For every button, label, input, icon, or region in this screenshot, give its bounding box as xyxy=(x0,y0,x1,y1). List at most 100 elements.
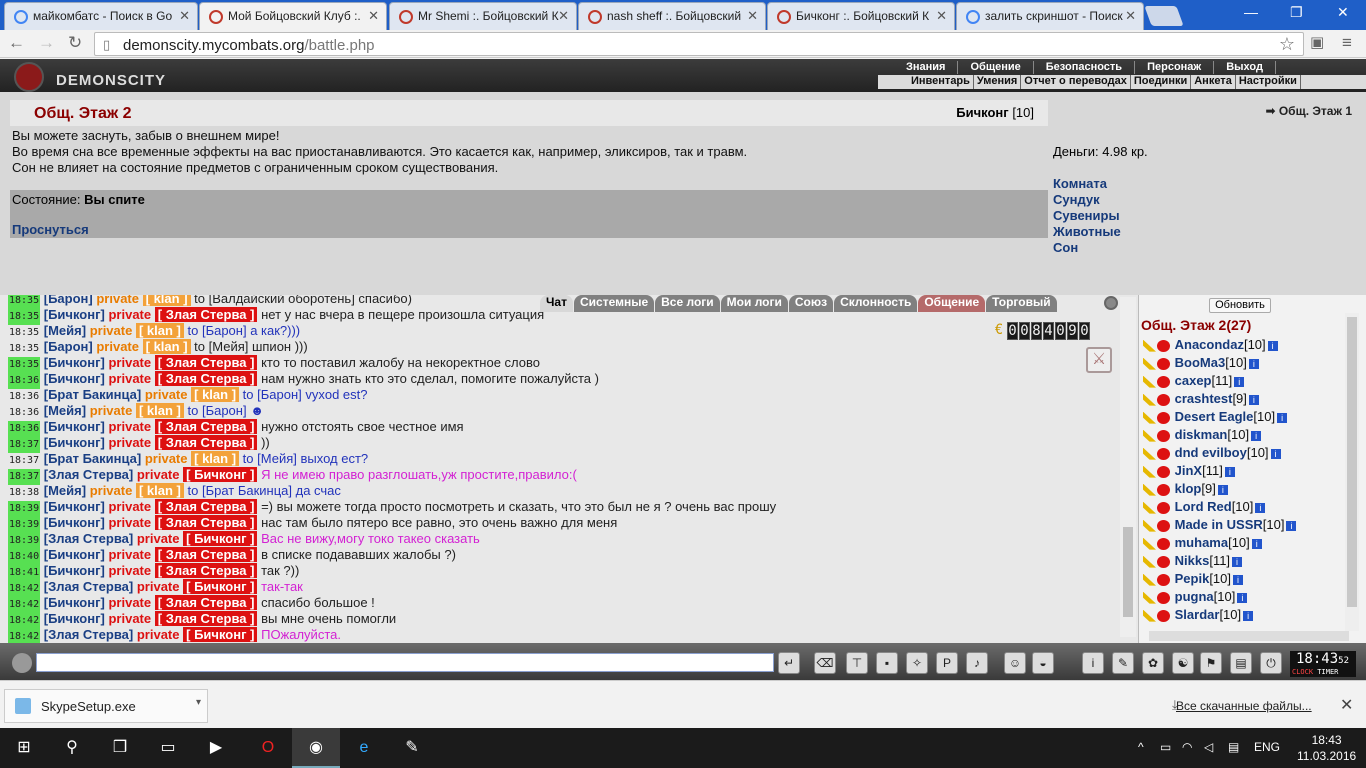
chevron-up-icon[interactable]: ^ xyxy=(1138,740,1144,754)
message-author[interactable]: [Мейя] xyxy=(44,403,86,418)
player-name[interactable]: pugna xyxy=(1175,589,1214,604)
message-author[interactable]: [Барон] xyxy=(44,339,93,354)
submenu-skills[interactable]: Умения xyxy=(974,75,1022,89)
player-name[interactable]: BooMa3 xyxy=(1175,355,1226,370)
info-icon[interactable]: i xyxy=(1251,430,1262,441)
private-msg-icon[interactable] xyxy=(1143,357,1156,370)
info-icon[interactable]: i xyxy=(1233,574,1243,585)
menu-icon[interactable]: ≡ xyxy=(1342,33,1352,53)
close-icon[interactable]: ✕ xyxy=(747,8,758,24)
private-msg-icon[interactable] xyxy=(1143,537,1156,550)
player-item[interactable]: Anacondaz[10] i xyxy=(1143,336,1353,354)
reload-icon[interactable]: ↻ xyxy=(68,33,82,53)
private-target[interactable]: [ Злая Стерва ] xyxy=(154,515,258,530)
private-target[interactable]: [ Злая Стерва ] xyxy=(154,563,258,578)
taskbar-clock[interactable]: 18:43 11.03.2016 xyxy=(1297,732,1356,764)
message-author[interactable]: [Бичконг] xyxy=(44,435,105,450)
private-label[interactable]: private xyxy=(108,435,151,450)
yinyang-icon[interactable]: ☯ xyxy=(1172,652,1194,674)
player-item[interactable]: crashtest[9] i xyxy=(1143,390,1353,408)
info-icon[interactable]: i xyxy=(1255,502,1266,513)
message-author[interactable]: [Злая Стерва] xyxy=(44,627,134,642)
player-item[interactable]: Slardar[10] i xyxy=(1143,606,1353,624)
message-icon[interactable]: ▤ xyxy=(1228,740,1239,754)
search-icon[interactable]: ⚲ xyxy=(48,728,96,768)
player-name[interactable]: caxep xyxy=(1175,373,1212,388)
scroll-thumb[interactable] xyxy=(1347,317,1357,607)
message-author[interactable]: [Бичконг] xyxy=(44,419,105,434)
private-label[interactable]: private xyxy=(90,483,133,498)
message-author[interactable]: [Бичконг] xyxy=(44,611,105,626)
private-label[interactable]: private xyxy=(137,531,180,546)
player-name[interactable]: diskman xyxy=(1175,427,1228,442)
private-target[interactable]: [ klan ] xyxy=(142,295,191,306)
message-author[interactable]: [Злая Стерва] xyxy=(44,467,134,482)
private-target[interactable]: [ Злая Стерва ] xyxy=(154,355,258,370)
tab-my-logs[interactable]: Мои логи xyxy=(720,295,788,312)
media-player-icon[interactable]: ▶ xyxy=(192,728,240,768)
message-author[interactable]: [Бичконг] xyxy=(44,595,105,610)
tab-communication[interactable]: Общение xyxy=(918,295,986,312)
private-label[interactable]: private xyxy=(137,627,180,642)
chrome-icon[interactable]: ◉ xyxy=(292,728,340,768)
sound-icon[interactable]: ♪ xyxy=(966,652,988,674)
private-label[interactable]: private xyxy=(90,323,133,338)
link-chest[interactable]: Сундук xyxy=(1053,192,1121,208)
chat-scrollbar[interactable] xyxy=(1120,297,1136,637)
private-label[interactable]: private xyxy=(108,563,151,578)
opera-icon[interactable]: O xyxy=(244,728,292,768)
private-label[interactable]: private xyxy=(108,595,151,610)
new-tab-button[interactable] xyxy=(1144,6,1184,26)
private-target[interactable]: [ Злая Стерва ] xyxy=(154,595,258,610)
private-msg-icon[interactable] xyxy=(1143,411,1156,424)
private-target[interactable]: [ Злая Стерва ] xyxy=(154,419,258,434)
private-target[interactable]: [ Злая Стерва ] xyxy=(154,371,258,386)
link-animals[interactable]: Животные xyxy=(1053,224,1121,240)
tab-trade[interactable]: Торговый xyxy=(986,295,1057,312)
flag-icon[interactable]: ⚑ xyxy=(1200,652,1222,674)
private-label[interactable]: private xyxy=(108,547,151,562)
private-target[interactable]: [ klan ] xyxy=(135,483,184,498)
message-author[interactable]: [Бичконг] xyxy=(44,499,105,514)
private-msg-icon[interactable] xyxy=(1143,465,1156,478)
scroll-icon[interactable]: ✎ xyxy=(1112,652,1134,674)
message-time[interactable]: 18:42 xyxy=(8,629,41,643)
private-target[interactable]: [ Бичконг ] xyxy=(183,627,258,642)
link-souvenirs[interactable]: Сувениры xyxy=(1053,208,1121,224)
close-icon[interactable]: ✕ xyxy=(558,8,569,24)
private-label[interactable]: private xyxy=(108,515,151,530)
tab-bichkong[interactable]: Бичконг :. Бойцовский К ✕ xyxy=(767,2,955,30)
bookmark-star-icon[interactable]: ☆ xyxy=(1279,34,1295,55)
info-icon[interactable]: i xyxy=(1277,412,1288,423)
private-target[interactable]: [ klan ] xyxy=(135,403,184,418)
private-label[interactable]: private xyxy=(108,419,151,434)
eraser-icon[interactable]: ⌫ xyxy=(814,652,836,674)
player-item[interactable]: Nikks[11] i xyxy=(1143,552,1353,570)
private-target[interactable]: [ Злая Стерва ] xyxy=(154,547,258,562)
wifi-icon[interactable]: ◠ xyxy=(1182,740,1192,754)
message-author[interactable]: [Мейя] xyxy=(44,323,86,338)
player-item[interactable]: dnd evilboy[10] i xyxy=(1143,444,1353,462)
player-list-hscrollbar[interactable] xyxy=(1149,631,1349,641)
private-label[interactable]: private xyxy=(90,403,133,418)
private-label[interactable]: private xyxy=(108,611,151,626)
private-target[interactable]: [ klan ] xyxy=(135,323,184,338)
private-msg-icon[interactable] xyxy=(1143,393,1156,406)
minimize-icon[interactable]: — xyxy=(1244,4,1258,20)
private-msg-icon[interactable] xyxy=(1143,519,1156,532)
private-label[interactable]: private xyxy=(108,355,151,370)
private-target[interactable]: [ klan ] xyxy=(191,451,240,466)
info-icon[interactable]: i xyxy=(1251,538,1262,549)
player-item[interactable]: muhama[10] i xyxy=(1143,534,1353,552)
submenu-transfers[interactable]: Отчет о переводах xyxy=(1021,75,1131,89)
player-item[interactable]: Made in USSR[10] i xyxy=(1143,516,1353,534)
player-name[interactable]: klop xyxy=(1175,481,1202,496)
close-icon[interactable]: ✕ xyxy=(1125,8,1136,24)
tab-google-search-1[interactable]: майкомбатс - Поиск в Go ✕ xyxy=(4,2,198,30)
private-label[interactable]: private xyxy=(108,499,151,514)
scroll-thumb[interactable] xyxy=(1123,527,1133,617)
message-author[interactable]: [Брат Бакинца] xyxy=(44,387,142,402)
tab-system[interactable]: Системные xyxy=(573,295,655,312)
fighter-icon[interactable]: ✧ xyxy=(906,652,928,674)
save-icon[interactable]: ▪ xyxy=(876,652,898,674)
